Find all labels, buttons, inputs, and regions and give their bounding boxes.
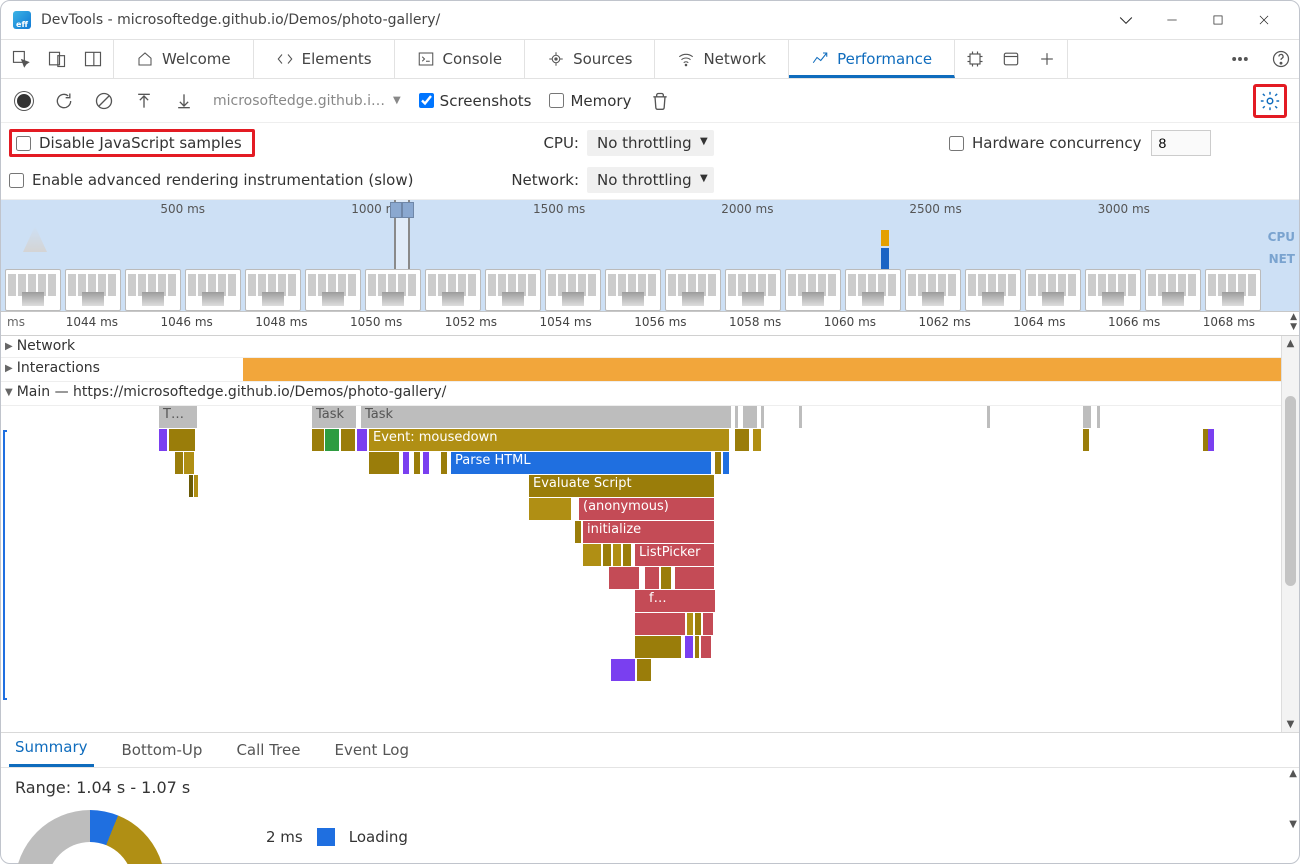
inspect-element-icon[interactable] xyxy=(11,49,31,69)
upload-profile-button[interactable] xyxy=(133,90,155,112)
cpu-throttling-select[interactable]: No throttling▼ xyxy=(587,130,714,156)
maximize-button[interactable] xyxy=(1195,5,1241,35)
main-track-toggle[interactable]: ▼Main — https://microsoftedge.github.io/… xyxy=(1,382,1281,402)
range-label: Range: 1.04 s - 1.07 s xyxy=(15,778,1285,797)
flame-task[interactable]: Task xyxy=(361,406,731,428)
performance-controlbar: microsoftedge.github.i…▼ Screenshots Mem… xyxy=(1,79,1299,123)
overview-tick: 500 ms xyxy=(160,202,205,216)
titlebar: DevTools - microsoftedge.github.io/Demos… xyxy=(1,1,1299,39)
clear-button[interactable] xyxy=(93,90,115,112)
tab-welcome[interactable]: Welcome xyxy=(114,40,254,78)
flame-anonymous[interactable]: (anonymous) xyxy=(579,498,714,520)
detail-ruler[interactable]: ms 1044 ms 1046 ms 1048 ms 1050 ms 1052 … xyxy=(1,312,1299,336)
cpu-spike-icon xyxy=(23,226,47,252)
ruler-unit: ms xyxy=(7,315,25,329)
memory-chip-icon[interactable] xyxy=(965,49,985,69)
overview-tick: 2500 ms xyxy=(909,202,961,216)
vertical-scrollbar[interactable]: ▲ ▼ xyxy=(1281,336,1299,732)
dtab-summary[interactable]: Summary xyxy=(9,732,94,767)
reload-record-button[interactable] xyxy=(53,90,75,112)
timeline-overview[interactable]: 500 ms 1000 ms 1500 ms 2000 ms 2500 ms 3… xyxy=(1,200,1299,312)
window-title: DevTools - microsoftedge.github.io/Demos… xyxy=(41,12,440,28)
device-toolbar-icon[interactable] xyxy=(47,49,67,69)
advanced-paint-checkbox[interactable]: Enable advanced rendering instrumentatio… xyxy=(9,171,509,189)
flame-chart[interactable]: T… Task Task Event: mousedown xyxy=(9,406,1281,706)
panel-layout-icon[interactable] xyxy=(83,49,103,69)
memory-checkbox[interactable]: Memory xyxy=(549,92,631,110)
overview-tick: 3000 ms xyxy=(1098,202,1150,216)
close-button[interactable] xyxy=(1241,5,1287,35)
hardware-concurrency-input[interactable] xyxy=(1151,130,1211,156)
dtab-call-tree[interactable]: Call Tree xyxy=(230,735,306,767)
add-tab-icon[interactable] xyxy=(1037,49,1057,69)
capture-settings-panel: Disable JavaScript samples CPU: No throt… xyxy=(1,123,1299,200)
flame-event-mousedown[interactable]: Event: mousedown xyxy=(369,429,729,451)
tab-performance[interactable]: Performance xyxy=(789,40,955,78)
flame-initialize[interactable]: initialize xyxy=(583,521,714,543)
network-throttling-label: Network: xyxy=(509,171,579,189)
chevron-down-icon[interactable] xyxy=(1103,5,1149,35)
network-blip-icon xyxy=(881,230,889,270)
tool-tabstrip: Welcome Elements Console Sources Network… xyxy=(1,39,1299,79)
interactions-track[interactable]: ▶Interactions xyxy=(1,358,1281,382)
tracks-area: ▶Network ▶Interactions ▼Main — https://m… xyxy=(1,336,1299,732)
flame-evaluate-script[interactable]: Evaluate Script xyxy=(529,475,714,497)
summary-donut-chart xyxy=(15,810,165,864)
flame-parse-html[interactable]: Parse HTML xyxy=(451,452,711,474)
help-icon[interactable] xyxy=(1263,40,1299,78)
more-menu-icon[interactable] xyxy=(1217,40,1263,78)
main-thread-bracket xyxy=(3,430,7,700)
summary-panel: Range: 1.04 s - 1.07 s 2 ms Loading ▲▼ xyxy=(1,768,1299,863)
tab-network[interactable]: Network xyxy=(655,40,789,78)
garbage-collect-button[interactable] xyxy=(649,90,671,112)
record-button[interactable] xyxy=(13,90,35,112)
target-frame-dropdown[interactable]: microsoftedge.github.i…▼ xyxy=(213,93,401,109)
tab-sources[interactable]: Sources xyxy=(525,40,655,78)
cpu-throttling-label: CPU: xyxy=(509,134,579,152)
dtab-event-log[interactable]: Event Log xyxy=(328,735,415,767)
network-track-toggle[interactable]: ▶Network xyxy=(1,336,1281,356)
flame-f[interactable]: f… xyxy=(645,590,677,612)
tab-console[interactable]: Console xyxy=(395,40,526,78)
disable-js-samples-checkbox[interactable]: Disable JavaScript samples xyxy=(9,129,255,157)
flame-task[interactable]: Task xyxy=(312,406,356,428)
dtab-bottom-up[interactable]: Bottom-Up xyxy=(116,735,209,767)
overview-tick: 1500 ms xyxy=(533,202,585,216)
app-panel-icon[interactable] xyxy=(1001,49,1021,69)
screenshots-checkbox[interactable]: Screenshots xyxy=(419,92,532,110)
capture-settings-button[interactable] xyxy=(1253,84,1287,118)
flame-listpicker[interactable]: ListPicker xyxy=(635,544,714,566)
flame-task[interactable]: T… xyxy=(159,406,197,428)
network-throttling-select[interactable]: No throttling▼ xyxy=(587,167,714,193)
summary-legend-loading: 2 ms Loading xyxy=(266,828,408,846)
app-icon xyxy=(13,11,31,29)
minimize-button[interactable] xyxy=(1149,5,1195,35)
tab-elements[interactable]: Elements xyxy=(254,40,395,78)
overview-tick: 2000 ms xyxy=(721,202,773,216)
download-profile-button[interactable] xyxy=(173,90,195,112)
hardware-concurrency-checkbox[interactable]: Hardware concurrency xyxy=(949,134,1141,152)
detail-tabs: Summary Bottom-Up Call Tree Event Log xyxy=(1,732,1299,768)
legend-swatch-loading xyxy=(317,828,335,846)
interaction-bar[interactable] xyxy=(243,358,1281,381)
overview-lane-labels: CPU NET xyxy=(1268,226,1295,270)
screenshot-thumbnails xyxy=(1,269,1299,311)
